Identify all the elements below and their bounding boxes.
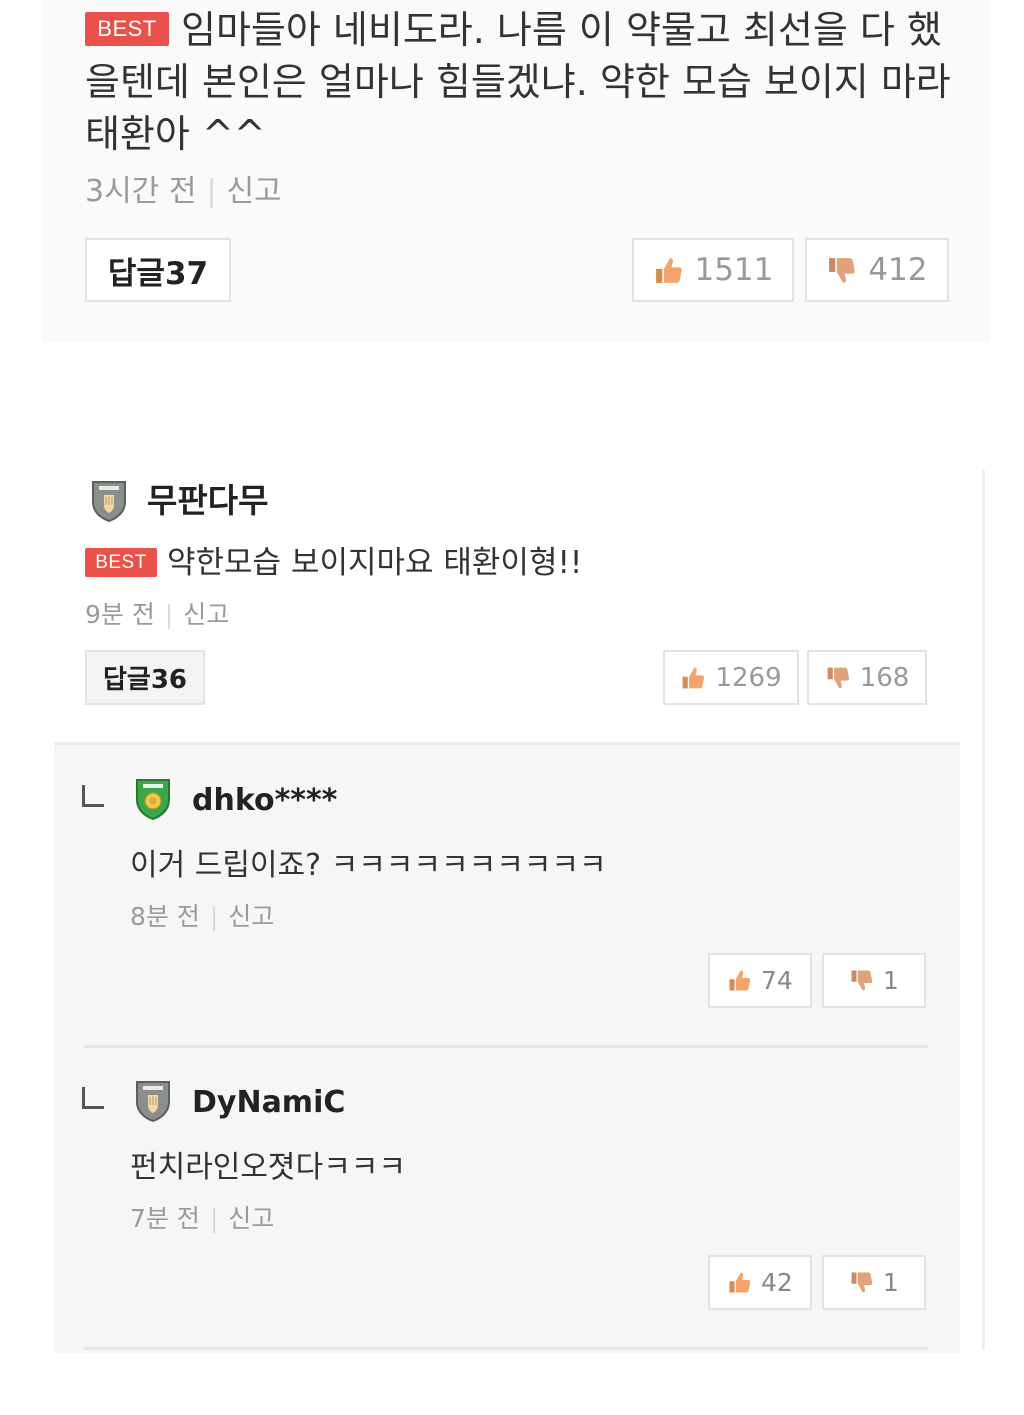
like-button[interactable]: 1269 [663, 650, 799, 705]
dislike-count: 168 [859, 662, 910, 693]
dislike-button[interactable]: 168 [807, 650, 927, 705]
report-link[interactable]: 신고 [183, 600, 229, 629]
reply-count-label: 답글37 [107, 255, 209, 292]
reply-time: 7분 전 [130, 1204, 200, 1233]
reply-count-label: 답글36 [102, 665, 188, 695]
like-count: 1269 [715, 662, 782, 693]
divider [84, 1347, 928, 1350]
meta-separator: | [209, 902, 219, 931]
reply-arrow-icon [82, 785, 104, 807]
reply-time: 8분 전 [130, 902, 200, 931]
thumbs-down-icon [849, 968, 874, 993]
report-link[interactable]: 신고 [228, 1204, 274, 1233]
comment-time: 9분 전 [85, 600, 155, 629]
like-count: 42 [760, 1268, 793, 1297]
like-button[interactable]: 1511 [632, 238, 794, 302]
dislike-count: 412 [868, 252, 928, 288]
reply-text: 이거 드립이죠? ㅋㅋㅋㅋㅋㅋㅋㅋㅋㅋ [130, 848, 607, 883]
thumbs-down-icon [825, 665, 851, 691]
reply-username[interactable]: dhko**** [192, 779, 337, 823]
comment-meta: 9분 전 | 신고 [85, 597, 229, 633]
thumbs-up-icon [727, 1270, 752, 1295]
reply-arrow-icon [82, 1087, 104, 1109]
reply-list: dhko**** 이거 드립이죠? ㅋㅋㅋㅋㅋㅋㅋㅋㅋㅋ 8분 전 | 신고 74 … [54, 742, 960, 1353]
reply-text: 펀치라인오졋다ㅋㅋㅋ [130, 1150, 406, 1185]
thumbs-down-icon [826, 255, 857, 286]
thumbs-down-icon [849, 1270, 874, 1295]
reply-button[interactable]: 답글36 [85, 650, 205, 705]
dislike-button[interactable]: 1 [822, 1255, 926, 1310]
like-button[interactable]: 42 [708, 1255, 812, 1310]
meta-separator: | [209, 1204, 219, 1233]
report-link[interactable]: 신고 [227, 174, 282, 209]
dislike-button[interactable]: 412 [805, 238, 949, 302]
meta-separator: | [206, 174, 217, 209]
dislike-button[interactable]: 1 [822, 953, 926, 1008]
reply-button[interactable]: 답글37 [85, 238, 231, 302]
comment-text: 임마들아 네비도라. 나름 이 약물고 최선을 다 했을텐데 본인은 얼마나 힘… [85, 8, 951, 156]
thumbs-up-icon [727, 968, 752, 993]
reply-username[interactable]: DyNamiC [192, 1081, 345, 1125]
comment-username[interactable]: 무판다무 [147, 478, 268, 524]
dislike-count: 1 [882, 966, 899, 995]
reply-item: DyNamiC 펀치라인오졋다ㅋㅋㅋ 7분 전 | 신고 42 1 [54, 1047, 960, 1350]
best-badge: BEST [85, 548, 157, 577]
reply-meta: 7분 전 | 신고 [130, 1201, 274, 1237]
comment-text: 약한모습 보이지마요 태환이형!! [167, 545, 583, 581]
thumbs-up-icon [653, 255, 684, 286]
gray-shield-badge-icon [134, 1079, 172, 1123]
report-link[interactable]: 신고 [228, 902, 274, 931]
green-shield-badge-icon [134, 777, 172, 821]
reply-item: dhko**** 이거 드립이죠? ㅋㅋㅋㅋㅋㅋㅋㅋㅋㅋ 8분 전 | 신고 74 … [54, 745, 960, 1048]
dislike-count: 1 [882, 1268, 899, 1297]
gray-shield-badge-icon [90, 479, 128, 523]
comment-meta: 3시간 전 | 신고 [85, 172, 282, 212]
reply-meta: 8분 전 | 신고 [130, 899, 274, 935]
like-button[interactable]: 74 [708, 953, 812, 1008]
best-comment-card: BEST 임마들아 네비도라. 나름 이 약물고 최선을 다 했을텐데 본인은 … [42, 0, 990, 342]
comment-time: 3시간 전 [85, 174, 197, 209]
meta-separator: | [164, 600, 174, 629]
like-count: 1511 [694, 252, 774, 288]
like-count: 74 [760, 966, 793, 995]
thumbs-up-icon [680, 665, 706, 691]
comment-card: 무판다무 BEST 약한모습 보이지마요 태환이형!! 9분 전 | 신고 답글36… [50, 470, 985, 1353]
